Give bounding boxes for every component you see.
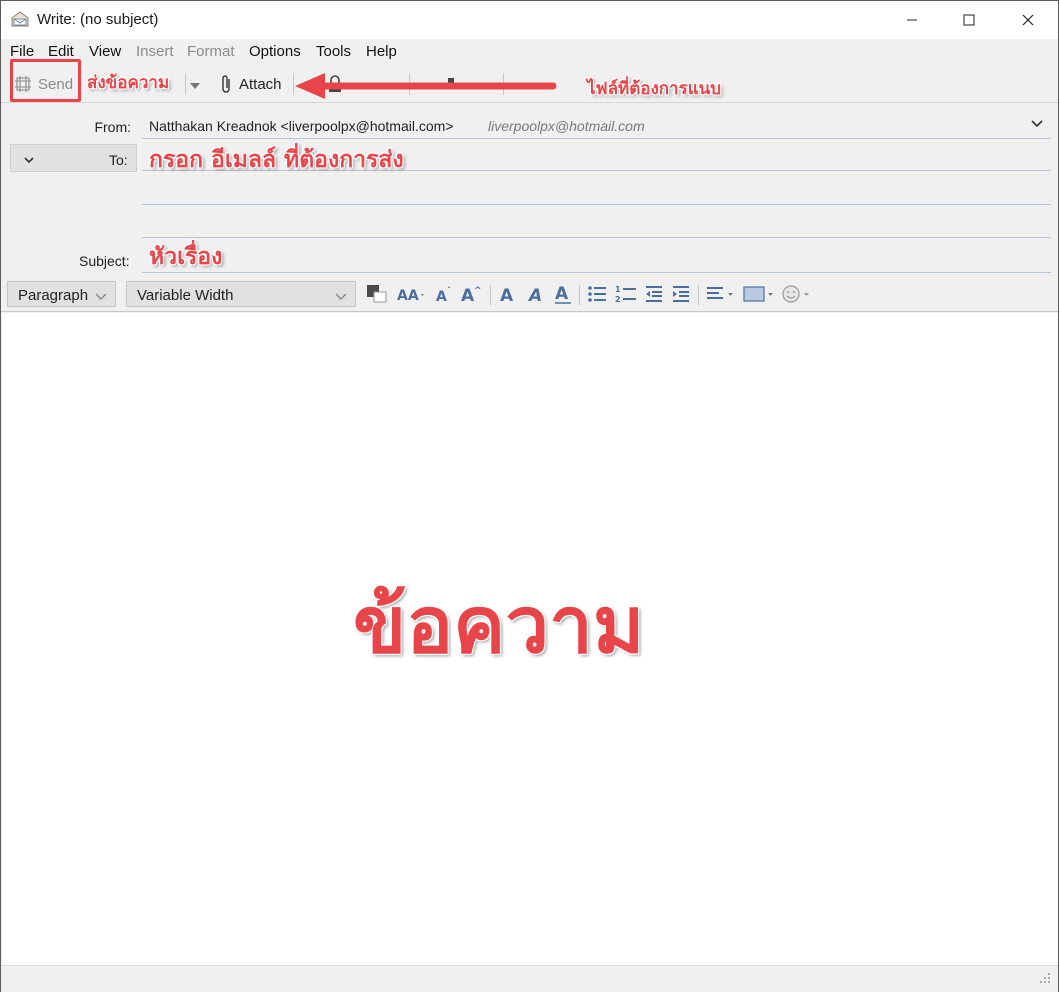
to-label: To: xyxy=(109,152,128,168)
chevron-down-icon xyxy=(23,153,35,169)
text-align-button[interactable] xyxy=(706,283,736,305)
font-family-select[interactable]: Variable Width xyxy=(126,281,356,307)
font-size-button[interactable]: AA xyxy=(397,283,427,305)
svg-text:A: A xyxy=(527,286,542,304)
text-color-button[interactable] xyxy=(365,283,389,305)
outdent-icon xyxy=(646,286,662,302)
svg-text:ˇ: ˇ xyxy=(447,285,451,295)
from-identity-email: liverpoolpx@hotmail.com xyxy=(488,118,645,134)
font-size-icon: AA xyxy=(397,288,424,304)
format-divider xyxy=(698,285,699,305)
recipient-type-select[interactable]: To: xyxy=(10,144,137,172)
format-toolbar: Paragraph Variable Width AA Aˇ A^ A A A xyxy=(1,276,1058,312)
close-icon xyxy=(1022,14,1034,26)
subject-input[interactable] xyxy=(142,246,1051,272)
svg-text:A: A xyxy=(555,284,569,304)
align-left-icon xyxy=(707,287,733,299)
from-label: From: xyxy=(94,119,131,135)
underline-icon: A xyxy=(555,284,571,304)
chevron-down-icon xyxy=(335,289,347,306)
svg-text:^: ^ xyxy=(474,286,482,296)
svg-text:A: A xyxy=(436,289,447,304)
extra-recipient-input[interactable] xyxy=(142,176,1051,202)
menu-help[interactable]: Help xyxy=(366,43,397,60)
decrease-indent-button[interactable] xyxy=(644,283,664,305)
subject-underline xyxy=(142,272,1051,273)
underline-button[interactable]: A xyxy=(553,283,573,305)
spellcheck-dropdown-button[interactable] xyxy=(189,73,201,99)
send-annotation: ส่งข้อความ xyxy=(87,73,170,93)
compose-app-icon xyxy=(10,10,30,28)
recipient-row-underline xyxy=(142,237,1051,238)
format-divider xyxy=(490,285,491,305)
smaller-text-icon: Aˇ xyxy=(436,285,451,304)
menu-options[interactable]: Options xyxy=(249,43,301,60)
to-annotation: กรอก อีเมลล์ ที่ต้องการส่ง xyxy=(149,147,404,173)
from-dropdown-button[interactable] xyxy=(1031,116,1043,132)
attach-label: Attach xyxy=(239,75,282,93)
format-divider xyxy=(579,285,580,305)
image-icon xyxy=(743,286,773,302)
from-select-value[interactable]: Natthakan Kreadnok <liverpoolpx@hotmail.… xyxy=(149,118,454,134)
maximize-button[interactable] xyxy=(946,1,992,39)
send-highlight-box xyxy=(10,59,81,102)
chevron-down-icon xyxy=(1031,120,1043,128)
paragraph-format-value: Paragraph xyxy=(18,287,89,304)
numbered-list-button[interactable]: 12 xyxy=(615,283,637,305)
svg-text:1: 1 xyxy=(615,285,621,294)
from-underline xyxy=(142,138,1051,139)
extra-recipient-input[interactable] xyxy=(142,210,1051,236)
menu-view[interactable]: View xyxy=(89,43,121,60)
resize-grip-icon[interactable] xyxy=(1038,971,1052,988)
attach-button[interactable]: Attach xyxy=(219,71,282,97)
menu-bar: File Edit View Insert Format Options Too… xyxy=(1,39,1058,65)
larger-text-icon: A ^ xyxy=(461,286,482,304)
minimize-icon xyxy=(907,19,917,21)
close-button[interactable] xyxy=(1005,1,1051,39)
increase-font-size-button[interactable]: A ^ xyxy=(461,283,483,305)
menu-tools[interactable]: Tools xyxy=(316,43,351,60)
maximize-icon xyxy=(963,14,975,26)
italic-button[interactable]: A xyxy=(526,283,546,305)
insert-image-button[interactable] xyxy=(743,283,775,305)
minimize-button[interactable] xyxy=(889,1,935,39)
attach-pointer-arrow-icon xyxy=(295,73,557,99)
svg-text:A: A xyxy=(500,286,514,304)
numbered-list-icon: 12 xyxy=(615,285,636,304)
increase-indent-button[interactable] xyxy=(671,283,691,305)
subject-annotation: หัวเรื่อง xyxy=(149,244,223,270)
chevron-down-icon xyxy=(95,289,107,306)
bullet-list-button[interactable] xyxy=(587,283,607,305)
svg-text:A: A xyxy=(461,286,475,304)
decrease-font-size-button[interactable]: Aˇ xyxy=(435,283,455,305)
indent-icon xyxy=(673,286,689,302)
paperclip-icon xyxy=(222,75,230,93)
menu-edit[interactable]: Edit xyxy=(48,43,74,60)
color-swatch-icon xyxy=(367,285,387,303)
svg-text:2: 2 xyxy=(615,295,621,304)
attach-annotation: ไฟล์ที่ต้องการแนบ xyxy=(587,79,722,99)
menu-insert[interactable]: Insert xyxy=(136,43,174,60)
bullet-list-icon xyxy=(588,286,606,302)
menu-file[interactable]: File xyxy=(10,43,34,60)
bold-icon: A xyxy=(500,286,514,304)
recipient-row-underline xyxy=(142,204,1051,205)
dropdown-arrow-icon xyxy=(190,83,200,89)
body-annotation: ข้อความ xyxy=(353,581,645,671)
insert-smiley-button[interactable] xyxy=(781,283,813,305)
toolbar-divider xyxy=(185,73,186,95)
bold-button[interactable]: A xyxy=(498,283,518,305)
paragraph-format-select[interactable]: Paragraph xyxy=(7,281,116,307)
window-title: Write: (no subject) xyxy=(37,11,159,28)
compose-window: Write: (no subject) File Edit View Inser… xyxy=(0,0,1059,992)
font-family-value: Variable Width xyxy=(137,287,234,304)
menu-format[interactable]: Format xyxy=(187,43,235,60)
subject-label: Subject: xyxy=(79,253,130,269)
italic-icon: A xyxy=(527,286,542,304)
smiley-icon xyxy=(782,285,809,303)
status-bar xyxy=(1,965,1058,992)
title-bar: Write: (no subject) xyxy=(1,1,1058,39)
svg-text:AA: AA xyxy=(397,288,419,304)
